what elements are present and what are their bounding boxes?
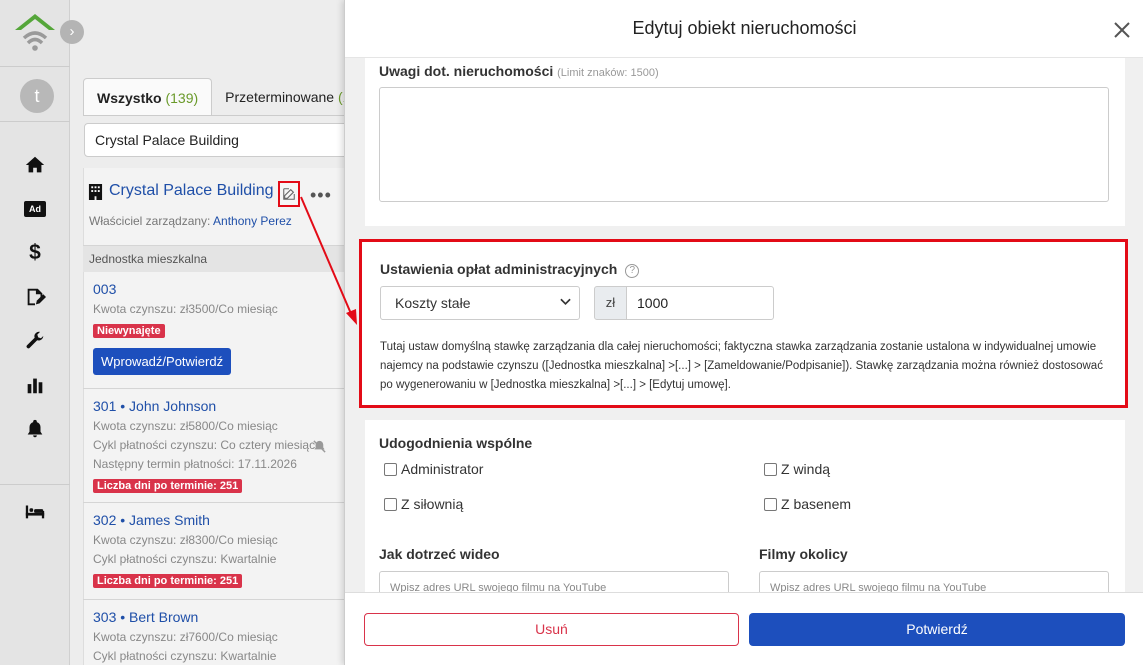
bed-icon[interactable] xyxy=(22,498,48,524)
checkbox-box[interactable] xyxy=(384,497,397,511)
checkbox-box[interactable] xyxy=(764,462,777,476)
unit-next-due: Następny termin płatności: 17.11.2026 xyxy=(93,457,297,471)
unit-column-header: Jednostka mieszkalna xyxy=(83,245,345,272)
checkbox-gym[interactable]: Z siłownią xyxy=(384,496,463,512)
more-options-icon[interactable]: ••• xyxy=(310,186,332,204)
fee-settings-section: Ustawienia opłat administracyjnych? Kosz… xyxy=(359,239,1128,408)
collapse-sidebar-button[interactable]: › xyxy=(60,20,84,44)
fee-type-select[interactable]: Koszty stałe xyxy=(380,286,580,320)
modal-header: Edytuj obiekt nieruchomości xyxy=(345,0,1143,58)
edit-property-modal: Edytuj obiekt nieruchomości Uwagi dot. n… xyxy=(344,0,1143,665)
area-video-input[interactable]: Wpisz adres URL swojego filmu na YouTube xyxy=(759,571,1109,592)
owner-name[interactable]: Anthony Perez xyxy=(213,214,292,228)
fee-amount-input[interactable]: 1000 xyxy=(626,286,774,320)
unit-cycle: Cykl płatności czynszu: Kwartalnie xyxy=(93,649,277,663)
notes-label: Uwagi dot. nieruchomości (Limit znaków: … xyxy=(379,63,659,79)
overdue-badge: Liczba dni po terminie: 251 xyxy=(93,574,243,588)
dollar-icon-glyph: $ xyxy=(29,241,41,264)
tab-all-count: (139) xyxy=(165,90,199,106)
checkbox-label: Z basenem xyxy=(781,496,852,512)
ad-icon-label: Ad xyxy=(24,201,46,217)
overdue-badge: Liczba dni po terminie: 251 xyxy=(93,479,243,493)
checkbox-elevator[interactable]: Z windą xyxy=(764,461,830,477)
sidebar: t Ad $ xyxy=(0,0,70,665)
unit-title[interactable]: 301 • John Johnson xyxy=(93,398,345,414)
checkbox-label: Z siłownią xyxy=(401,496,464,512)
unit-row[interactable]: 301 • John Johnson Kwota czynszu: zł5800… xyxy=(83,389,345,503)
avatar[interactable]: t xyxy=(20,79,54,113)
modal-title: Edytuj obiekt nieruchomości xyxy=(632,18,857,38)
unit-cycle: Cykl płatności czynszu: Co cztery miesią… xyxy=(93,438,322,452)
bell-off-icon[interactable] xyxy=(312,439,327,459)
bell-icon[interactable] xyxy=(22,416,48,442)
tab-all[interactable]: Wszystko (139) xyxy=(83,78,213,116)
fee-help-text: Tutaj ustaw domyślną stawkę zarządzania … xyxy=(380,341,1103,391)
modal-body: Uwagi dot. nieruchomości (Limit znaków: … xyxy=(345,58,1143,592)
logo-icon[interactable] xyxy=(12,10,58,56)
amenities-label: Udogodnienia wspólne xyxy=(379,435,533,451)
unit-rent: Kwota czynszu: zł7600/Co miesiąc xyxy=(93,630,278,644)
area-video-label: Filmy okolicy xyxy=(759,546,848,562)
unit-rent: Kwota czynszu: zł5800/Co miesiąc xyxy=(93,419,278,433)
checkbox-administrator[interactable]: Administrator xyxy=(384,461,483,477)
checkbox-box[interactable] xyxy=(764,497,777,511)
unit-rent: Kwota czynszu: zł8300/Co miesiąc xyxy=(93,533,278,547)
chevron-down-icon xyxy=(560,298,571,306)
unit-title[interactable]: 003 xyxy=(93,281,345,297)
property-search-input[interactable]: Crystal Palace Building xyxy=(84,123,354,157)
modal-footer: Usuń Potwierdź xyxy=(345,592,1143,665)
notes-limit: (Limit znaków: 1500) xyxy=(557,67,659,79)
owner-label: Właściciel zarządzany: xyxy=(89,214,211,228)
checkbox-label: Z windą xyxy=(781,461,831,477)
tab-overdue[interactable]: Przeterminowane (1 xyxy=(212,78,363,116)
unit-rent: Kwota czynszu: zł3500/Co miesiąc xyxy=(93,302,278,316)
unit-row[interactable]: 303 • Bert Brown Kwota czynszu: zł7600/C… xyxy=(83,600,345,665)
wrench-icon[interactable] xyxy=(22,328,48,354)
help-icon[interactable]: ? xyxy=(625,264,640,278)
property-header: Crystal Palace Building xyxy=(88,182,274,200)
unit-row[interactable]: 302 • James Smith Kwota czynszu: zł8300/… xyxy=(83,503,345,600)
close-icon[interactable] xyxy=(1112,20,1132,40)
checkbox-pool[interactable]: Z basenem xyxy=(764,496,851,512)
tab-all-label: Wszystko xyxy=(97,90,162,106)
currency-addon: zł xyxy=(594,286,627,320)
route-video-label: Jak dotrzeć wideo xyxy=(379,546,500,562)
property-title[interactable]: Crystal Palace Building xyxy=(109,182,274,200)
notes-textarea[interactable] xyxy=(379,87,1109,202)
bar-chart-icon[interactable] xyxy=(22,372,48,398)
notes-section: Uwagi dot. nieruchomości (Limit znaków: … xyxy=(365,58,1125,226)
dollar-icon[interactable]: $ xyxy=(22,240,48,266)
delete-button[interactable]: Usuń xyxy=(364,613,739,646)
fee-label-text: Ustawienia opłat administracyjnych xyxy=(380,261,618,277)
confirm-button[interactable]: Potwierdź xyxy=(749,613,1125,646)
status-badge: Niewynajęte xyxy=(93,324,165,338)
tab-overdue-label: Przeterminowane xyxy=(225,89,335,105)
fee-label: Ustawienia opłat administracyjnych? xyxy=(380,261,640,278)
ad-icon[interactable]: Ad xyxy=(22,196,48,222)
amenities-section: Udogodnienia wspólne Administrator Z win… xyxy=(365,420,1125,592)
home-icon[interactable] xyxy=(22,152,48,178)
tab-bar: Wszystko (139) Przeterminowane (1 xyxy=(83,78,363,116)
building-icon xyxy=(88,183,103,200)
edit-property-icon[interactable] xyxy=(278,181,300,207)
owner-line: Właściciel zarządzany: Anthony Perez xyxy=(89,214,292,228)
enter-confirm-button[interactable]: Wprowadź/Potwierdź xyxy=(93,348,232,375)
contract-icon[interactable] xyxy=(22,284,48,310)
unit-title[interactable]: 302 • James Smith xyxy=(93,512,345,528)
unit-row[interactable]: 003 Kwota czynszu: zł3500/Co miesiąc Nie… xyxy=(83,272,345,389)
unit-title[interactable]: 303 • Bert Brown xyxy=(93,609,345,625)
fee-type-value: Koszty stałe xyxy=(395,295,471,311)
checkbox-box[interactable] xyxy=(384,462,397,476)
unit-cycle: Cykl płatności czynszu: Kwartalnie xyxy=(93,552,277,566)
checkbox-label: Administrator xyxy=(401,461,484,477)
app-frame: t Ad $ › Wszystko (139) Przeterminowane … xyxy=(0,0,1143,665)
notes-label-text: Uwagi dot. nieruchomości xyxy=(379,63,554,79)
route-video-input[interactable]: Wpisz adres URL swojego filmu na YouTube xyxy=(379,571,729,592)
